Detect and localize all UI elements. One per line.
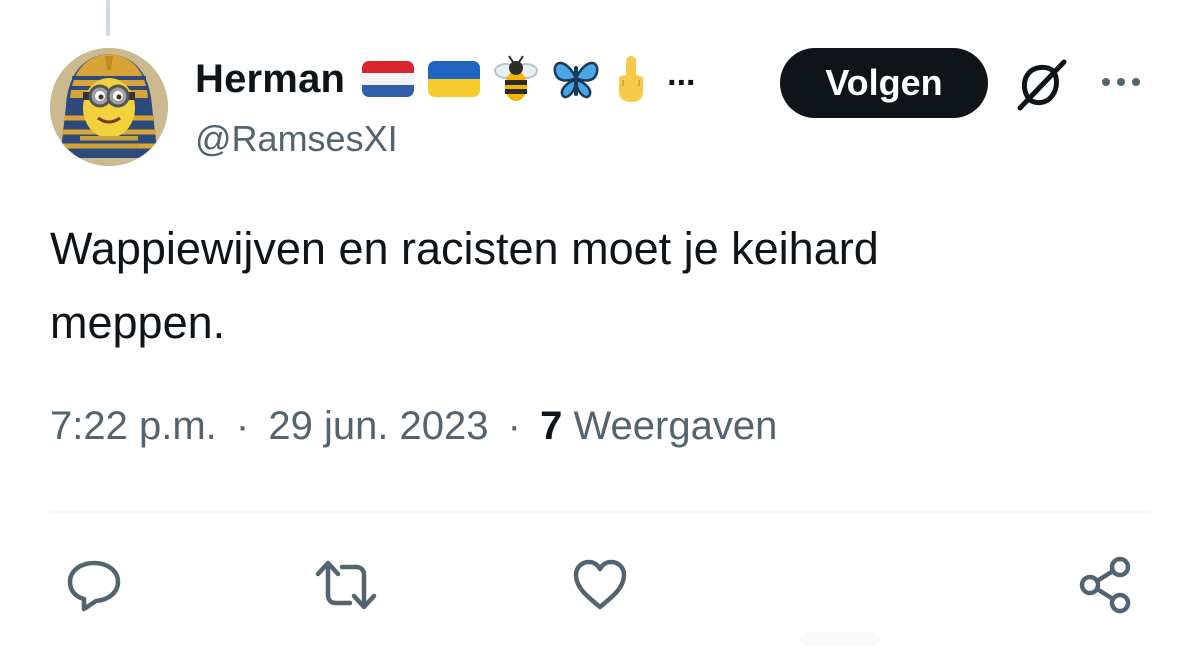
butterfly-emoji (551, 56, 601, 102)
avatar[interactable] (50, 48, 168, 166)
views-label: Weergaven (573, 404, 778, 448)
views-count: 7 (540, 404, 563, 448)
thread-connector-line (106, 0, 110, 36)
author-display-name[interactable]: Herman (195, 57, 345, 102)
meta-separator: · (235, 404, 250, 448)
divider (50, 511, 1150, 513)
scroll-fade (800, 632, 880, 646)
tweet-text-line-1: Wappiewijven en racisten moet je keihard (50, 223, 879, 274)
grok-icon[interactable] (1012, 56, 1070, 114)
heart-icon (573, 559, 627, 610)
tweet-meta: 7:22 p.m. · 29 jun. 2023 · 7 Weergaven (50, 404, 777, 449)
like-button[interactable] (570, 555, 630, 615)
retweet-icon (315, 560, 377, 610)
share-icon (1079, 556, 1131, 614)
middle-finger-emoji (613, 54, 649, 104)
name-overflow-ellipsis: ... (667, 54, 696, 93)
author-name-row[interactable]: Herman ... (195, 52, 696, 106)
retweet-button[interactable] (314, 555, 377, 615)
tweet-text-line-2: meppen. (50, 297, 226, 348)
reply-bubble-icon (67, 560, 121, 612)
avatar-image (50, 48, 168, 166)
follow-button[interactable]: Volgen (780, 48, 988, 118)
meta-separator: · (507, 404, 521, 448)
bee-emoji (493, 54, 539, 104)
reply-button[interactable] (64, 555, 124, 615)
flag-netherlands-emoji (361, 59, 415, 99)
tweet-date[interactable]: 29 jun. 2023 (268, 404, 488, 448)
tweet-time[interactable]: 7:22 p.m. (50, 404, 217, 448)
flag-ukraine-emoji (427, 59, 481, 99)
author-handle[interactable]: @RamsesXI (195, 118, 398, 160)
share-button[interactable] (1076, 555, 1136, 615)
more-horizontal-icon[interactable] (1098, 62, 1144, 102)
tweet-text: Wappiewijven en racisten moet je keihard… (50, 212, 1130, 360)
